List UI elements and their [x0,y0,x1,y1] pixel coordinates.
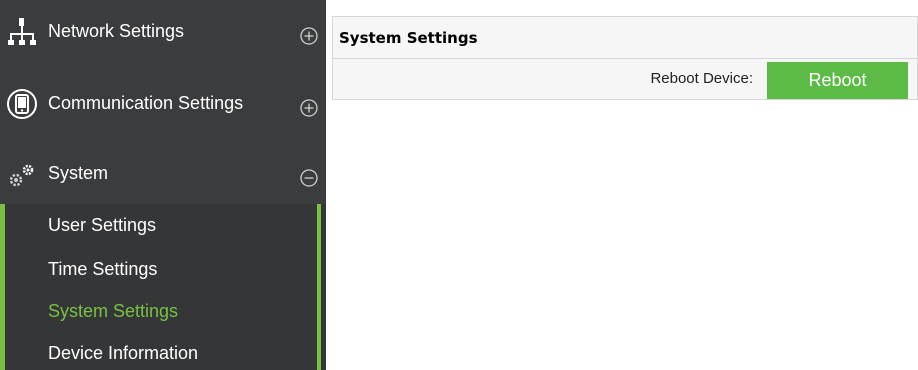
reboot-row: Reboot Device: Reboot [333,59,917,99]
submenu-item-device-information[interactable]: Device Information [48,342,198,364]
sidebar-item-label: Network Settings [48,21,185,41]
submenu-item-user-settings[interactable]: User Settings [48,214,156,236]
panel-header: System Settings [333,17,917,59]
sidebar-item-network-settings[interactable]: Network Settings [0,0,326,62]
reboot-button[interactable]: Reboot [767,62,908,99]
sidebar-item-system[interactable]: System [0,142,326,204]
submenu-item-time-settings[interactable]: Time Settings [48,258,157,280]
submenu-accent-bar [317,204,321,370]
system-settings-panel: System Settings Reboot Device: Reboot [332,16,918,100]
submenu-accent-bar [0,204,5,370]
reboot-device-label: Reboot Device: [650,70,753,87]
system-submenu: User Settings Time Settings System Setti… [0,204,326,370]
expand-plus-icon[interactable] [300,27,318,45]
sidebar-item-communication-settings[interactable]: Communication Settings [0,72,326,134]
expand-plus-icon[interactable] [300,99,318,117]
network-icon [6,16,38,48]
sidebar-item-label: System [48,163,109,183]
submenu-item-system-settings[interactable]: System Settings [48,300,178,322]
sidebar-nav: Network Settings Communication Settings [0,0,326,370]
collapse-minus-icon[interactable] [300,169,318,187]
sidebar-item-label: Communication Settings [48,93,244,113]
communication-icon [6,88,38,120]
gears-icon [6,158,38,190]
page-title: System Settings [339,29,478,47]
